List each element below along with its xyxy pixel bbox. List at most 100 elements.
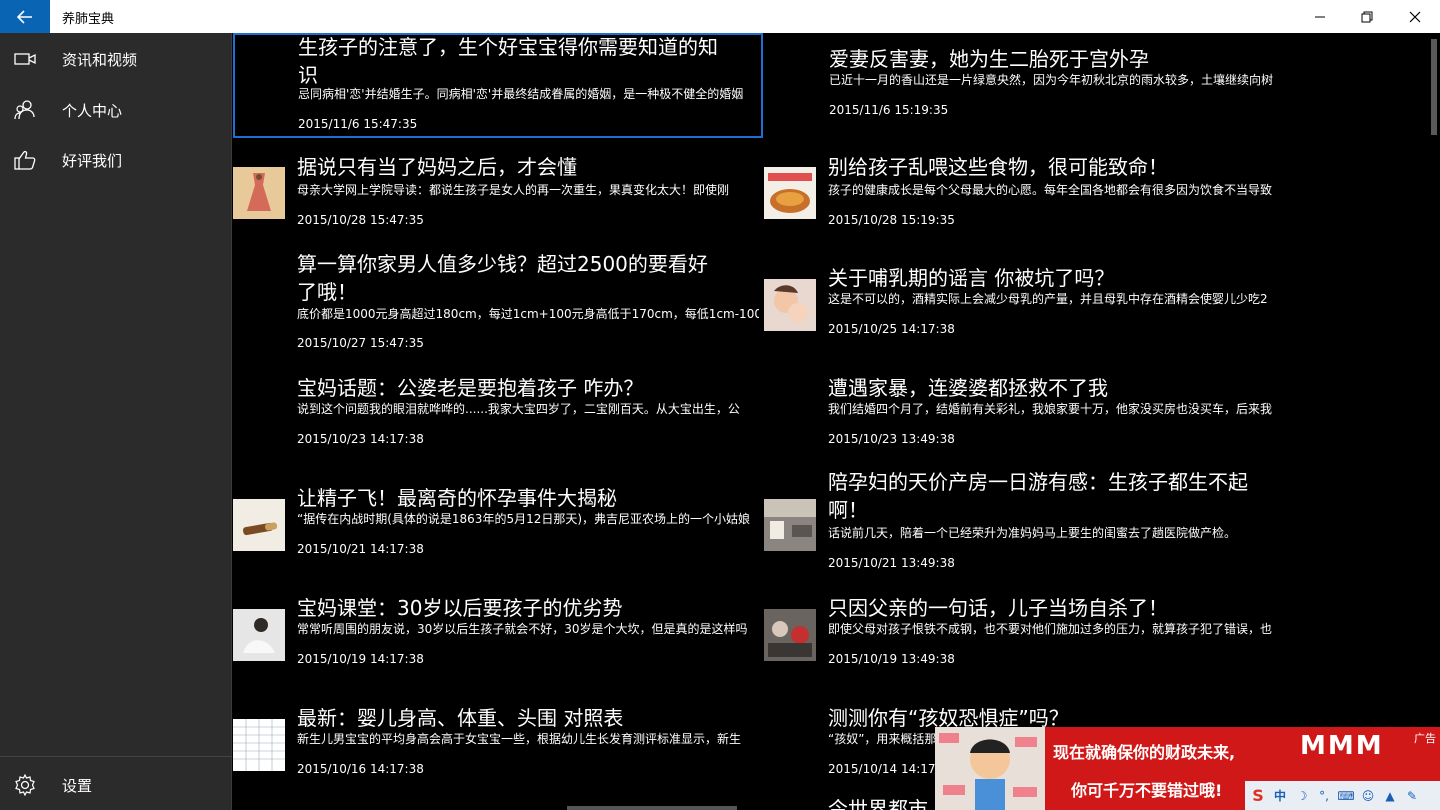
article-date: 2015/10/23 13:49:38 [828, 432, 955, 446]
article-card[interactable]: 让精子飞！最离奇的怀孕事件大揭秘 “据传在内战时期(具体的说是1863年的5月1… [232, 482, 762, 582]
article-summary: 已近十一月的香山还是一片绿意央然，因为今年初秋北京的雨水较多，土壤继续向树 [829, 73, 1274, 87]
article-thumbnail [764, 167, 816, 219]
article-date: 2015/10/21 13:49:38 [828, 556, 955, 570]
article-thumbnail [233, 499, 285, 551]
article-date: 2015/10/28 15:19:35 [828, 213, 955, 227]
article-title: 只因父亲的一句话，儿子当场自杀了！ [828, 596, 1168, 620]
back-button[interactable] [0, 0, 50, 33]
article-summary: “据传在内战时期(具体的说是1863年的5月12日那天)，弗吉尼亚农场上的一个小… [297, 512, 751, 526]
sidebar-divider [0, 756, 231, 757]
ad-text-line1: 现在就确保你的财政未来, [1053, 743, 1236, 762]
sidebar-item-settings[interactable]: 设置 [0, 760, 231, 810]
article-date: 2015/10/16 14:17:38 [297, 762, 424, 776]
article-date: 2015/10/21 14:17:38 [297, 542, 424, 556]
article-title: 让精子飞！最离奇的怀孕事件大揭秘 [297, 486, 617, 510]
ad-label: 广告 [1414, 732, 1436, 745]
vertical-scrollbar[interactable] [1427, 33, 1440, 810]
article-summary: 孩子的健康成长是每个父母最大的心愿。每年全国各地都会有很多因为饮食不当导致 [828, 183, 1273, 197]
article-grid: 生孩子的注意了，生个好宝宝得你需要知道的知识 忌同病相'恋'并结婚生子。同病相'… [231, 33, 1440, 810]
people-icon [0, 85, 50, 135]
ad-brand-logo: MMM [1300, 731, 1384, 761]
article-card[interactable]: 关于哺乳期的谣言 你被坑了吗？ 这是不可以的，酒精实际上会减少母乳的产量，并且母… [763, 262, 1293, 362]
article-title: 生孩子的注意了，生个好宝宝得你需要知道的知识 [298, 35, 718, 87]
article-title: 陪孕妇的天价产房一日游有感：生孩子都生不起啊！ [828, 470, 1248, 522]
horizontal-scroll-indicator [567, 806, 737, 810]
article-card[interactable]: 别给孩子乱喂这些食物，很可能致命！ 孩子的健康成长是每个父母最大的心愿。每年全国… [763, 153, 1293, 253]
sidebar-item-label: 资讯和视频 [62, 50, 138, 69]
article-card[interactable]: 爱妻反害妻，她为生二胎死于宫外孕 已近十一月的香山还是一片绿意央然，因为今年初秋… [764, 33, 1294, 133]
article-date: 2015/11/6 15:47:35 [298, 117, 418, 131]
thumbs-up-icon [0, 135, 50, 185]
sidebar-settings-label: 设置 [62, 776, 93, 795]
minimize-icon [1315, 16, 1325, 17]
article-card[interactable]: 据说只有当了妈妈之后，才会懂 母亲大学网上学院导读：都说生孩子是女人的再一次重生… [232, 153, 762, 253]
article-summary: 常常听周围的朋友说，30岁以后生孩子就会不好，30岁是个大坎，但是真的是这样吗 [297, 622, 748, 636]
article-card[interactable]: 只因父亲的一句话，儿子当场自杀了！ 即使父母对孩子恨铁不成钢，也不要对他们施加过… [763, 592, 1293, 692]
article-card[interactable]: 遭遇家暴，连婆婆都拯救不了我 我们结婚四个月了，结婚前有关彩礼，我娘家要十万，他… [763, 372, 1293, 472]
article-card[interactable]: 陪孕妇的天价产房一日游有感：生孩子都生不起啊！ 话说前几天，陪着一个已经荣升为准… [763, 468, 1293, 578]
user-icon[interactable]: ☺ [1359, 787, 1377, 805]
article-title: 算一算你家男人值多少钱？超过2500的要看好了哦！ [297, 252, 708, 304]
gear-icon [0, 760, 50, 810]
app-title: 养肺宝典 [62, 12, 115, 27]
article-date: 2015/10/19 13:49:38 [828, 652, 955, 666]
skin-icon[interactable]: ▲ [1381, 787, 1399, 805]
ime-toolbar[interactable]: S 中 ☽ °, ⌨ ☺ ▲ ✎ [1245, 781, 1440, 810]
article-thumbnail [764, 279, 816, 331]
sidebar-item-personal-center[interactable]: 个人中心 [0, 85, 231, 135]
article-title: 最新：婴儿身高、体重、头围 对照表 [297, 706, 624, 730]
article-date: 2015/10/23 14:17:38 [297, 432, 424, 446]
article-summary: 这是不可以的，酒精实际上会减少母乳的产量，并且母乳中存在酒精会使婴儿少吃2 [828, 292, 1268, 306]
keyboard-icon[interactable]: ⌨ [1337, 787, 1355, 805]
title-bar: 养肺宝典 [0, 0, 1440, 33]
article-summary: 忌同病相'恋'并结婚生子。同病相'恋'并最终结成眷属的婚姻，是一种极不健全的婚姻 [298, 87, 744, 101]
article-summary: 即使父母对孩子恨铁不成钢，也不要对他们施加过多的压力，就算孩子犯了错误，也 [828, 622, 1273, 636]
minimize-button[interactable] [1297, 0, 1343, 33]
ad-banner[interactable]: 现在就确保你的财政未来, 你可千万不要错过哦! MMM 广告 S 中 ☽ °, … [935, 727, 1440, 810]
article-thumbnail [764, 609, 816, 661]
article-card[interactable]: 生孩子的注意了，生个好宝宝得你需要知道的知识 忌同病相'恋'并结婚生子。同病相'… [233, 33, 763, 138]
article-summary: 我们结婚四个月了，结婚前有关彩礼，我娘家要十万，他家没买房也没买车，后来我 [828, 402, 1273, 416]
scrollbar-thumb[interactable] [1431, 39, 1437, 135]
sidebar-item-label: 好评我们 [62, 151, 123, 170]
article-date: 2015/10/27 15:47:35 [297, 336, 424, 350]
article-title: 宝妈话题：公婆老是要抱着孩子 咋办？ [297, 376, 644, 400]
article-summary: 说到这个问题我的眼泪就哗哗的......我家大宝四岁了，二宝刚百天。从大宝出生，… [297, 402, 740, 416]
article-card[interactable]: 最新：婴儿身高、体重、头围 对照表 新生儿男宝宝的平均身高会高于女宝宝一些，根据… [232, 702, 762, 802]
close-button[interactable] [1392, 0, 1438, 33]
article-card[interactable]: 宝妈课堂：30岁以后要孩子的优劣势 常常听周围的朋友说，30岁以后生孩子就会不好… [232, 592, 762, 692]
close-icon [1409, 11, 1421, 22]
moon-icon[interactable]: ☽ [1293, 787, 1311, 805]
sogou-logo-icon: S [1252, 786, 1264, 805]
article-date: 2015/11/6 15:19:35 [829, 103, 949, 117]
article-summary: 话说前几天，陪着一个已经荣升为准妈妈马上要生的闺蜜去了趟医院做产检。 [828, 526, 1237, 540]
article-summary: 底价都是1000元身高超过180cm，每过1cm+100元身高低于170cm，每… [297, 307, 759, 321]
article-summary: 母亲大学网上学院导读：都说生孩子是女人的再一次重生，果真变化太大！即使刚 [297, 183, 730, 197]
article-thumbnail [764, 499, 816, 551]
article-date: 2015/10/19 14:17:38 [297, 652, 424, 666]
sidebar-item-label: 个人中心 [62, 101, 123, 120]
restore-button[interactable] [1344, 0, 1390, 33]
article-title: 宝妈课堂：30岁以后要孩子的优劣势 [297, 596, 623, 620]
article-title: 关于哺乳期的谣言 你被坑了吗？ [828, 266, 1115, 290]
article-title: 据说只有当了妈妈之后，才会懂 [297, 155, 577, 179]
article-summary: 新生儿男宝宝的平均身高会高于女宝宝一些，根据幼儿生长发育测评标准显示，新生 [297, 732, 742, 746]
article-date: 2015/10/25 14:17:38 [828, 322, 955, 336]
ad-text-line2: 你可千万不要错过哦! [1071, 781, 1223, 800]
article-thumbnail [233, 167, 285, 219]
article-title: 遭遇家暴，连婆婆都拯救不了我 [828, 376, 1108, 400]
back-arrow-icon [17, 9, 32, 24]
sidebar: 资讯和视频 个人中心 好评我们 设置 [0, 33, 231, 810]
article-thumbnail [233, 719, 285, 771]
article-card[interactable]: 宝妈话题：公婆老是要抱着孩子 咋办？ 说到这个问题我的眼泪就哗哗的......我… [232, 372, 762, 472]
punctuation-icon[interactable]: °, [1315, 787, 1333, 805]
restore-icon [1361, 11, 1373, 22]
article-title: 爱妻反害妻，她为生二胎死于宫外孕 [829, 47, 1149, 71]
sidebar-item-rate-us[interactable]: 好评我们 [0, 135, 231, 185]
sidebar-item-news-video[interactable]: 资讯和视频 [0, 34, 231, 84]
ad-cartoon-image [935, 727, 1045, 810]
tools-icon[interactable]: ✎ [1403, 787, 1421, 805]
ime-language-toggle[interactable]: 中 [1271, 787, 1289, 805]
article-card[interactable]: 算一算你家男人值多少钱？超过2500的要看好了哦！ 底价都是1000元身高超过1… [232, 248, 762, 358]
article-thumbnail [233, 609, 285, 661]
